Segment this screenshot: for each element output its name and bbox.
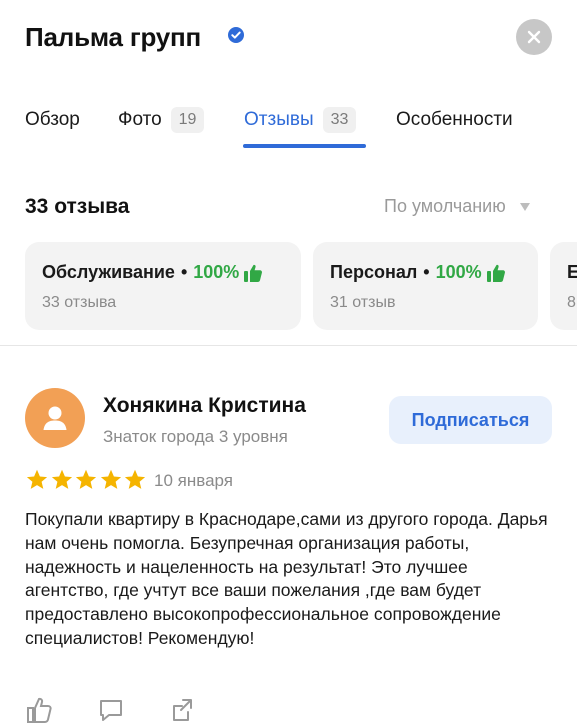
close-icon	[527, 30, 541, 44]
aspect-title: Персонал • 100%	[330, 262, 506, 283]
aspect-card-partial[interactable]: Е 8	[550, 242, 577, 330]
subscribe-button[interactable]: Подписаться	[389, 396, 552, 444]
header: Пальма групп	[0, 0, 577, 80]
tab-bar: Обзор Фото 19 Отзывы 33 Особенности	[0, 100, 577, 156]
aspect-count: 31 отзыв	[330, 294, 396, 311]
thumbs-up-icon	[244, 264, 263, 282]
review-text: Покупали квартиру в Краснодаре,сами из д…	[25, 509, 548, 648]
sort-label: По умолчанию	[384, 196, 506, 216]
verified-badge-icon	[228, 27, 244, 43]
share-icon[interactable]	[169, 696, 197, 724]
comment-icon[interactable]	[97, 696, 125, 724]
tab-photos[interactable]: Фото 19	[118, 100, 205, 140]
tab-count-badge: 33	[322, 107, 357, 133]
sort-dropdown[interactable]: По умолчанию	[384, 196, 530, 217]
aspect-title: Обслуживание • 100%	[42, 262, 263, 283]
aspect-percent: 100%	[193, 262, 240, 282]
aspect-cards: Обслуживание • 100% 33 отзыва Персонал •…	[25, 242, 577, 332]
tab-label: Отзывы	[244, 109, 314, 130]
avatar[interactable]	[25, 388, 85, 448]
aspect-name: Обслуживание	[42, 262, 175, 282]
tab-overview[interactable]: Обзор	[25, 100, 80, 140]
tab-label: Обзор	[25, 109, 80, 130]
aspect-name: Персонал	[330, 262, 418, 282]
tab-reviews[interactable]: Отзывы 33	[244, 100, 357, 140]
tab-label: Фото	[118, 109, 162, 130]
page-title: Пальма групп	[25, 22, 202, 52]
star-icon	[75, 469, 97, 489]
aspect-count: 33 отзыва	[42, 294, 117, 311]
tab-features[interactable]: Особенности	[396, 100, 513, 140]
star-icon	[124, 469, 146, 489]
tab-count-badge: 19	[170, 107, 205, 133]
author-level: Знаток города 3 уровня	[103, 427, 288, 446]
aspect-title: Е	[567, 262, 577, 283]
aspect-percent: 100%	[435, 262, 482, 282]
section-divider	[0, 345, 577, 346]
separator-dot: •	[180, 262, 188, 282]
author-name[interactable]: Хонякина Кристина	[103, 394, 306, 418]
star-icon	[51, 469, 72, 489]
reviews-count: 33 отзыва	[25, 195, 130, 218]
aspect-card-staff[interactable]: Персонал • 100% 31 отзыв	[313, 242, 538, 330]
thumbs-up-icon	[486, 264, 505, 282]
active-tab-indicator	[243, 144, 366, 148]
separator-dot: •	[423, 262, 430, 282]
aspect-name: Е	[567, 262, 577, 282]
like-icon[interactable]	[25, 696, 53, 724]
aspect-card-service[interactable]: Обслуживание • 100% 33 отзыва	[25, 242, 301, 330]
star-icon	[26, 469, 48, 489]
review-actions	[25, 696, 241, 724]
user-icon	[43, 406, 67, 430]
tab-label: Особенности	[396, 109, 513, 130]
close-button[interactable]	[516, 19, 552, 55]
chevron-down-icon	[519, 202, 530, 211]
review-date: 10 января	[154, 471, 233, 490]
aspect-count: 8	[567, 294, 576, 311]
star-icon	[100, 469, 121, 489]
rating-stars	[25, 468, 148, 492]
